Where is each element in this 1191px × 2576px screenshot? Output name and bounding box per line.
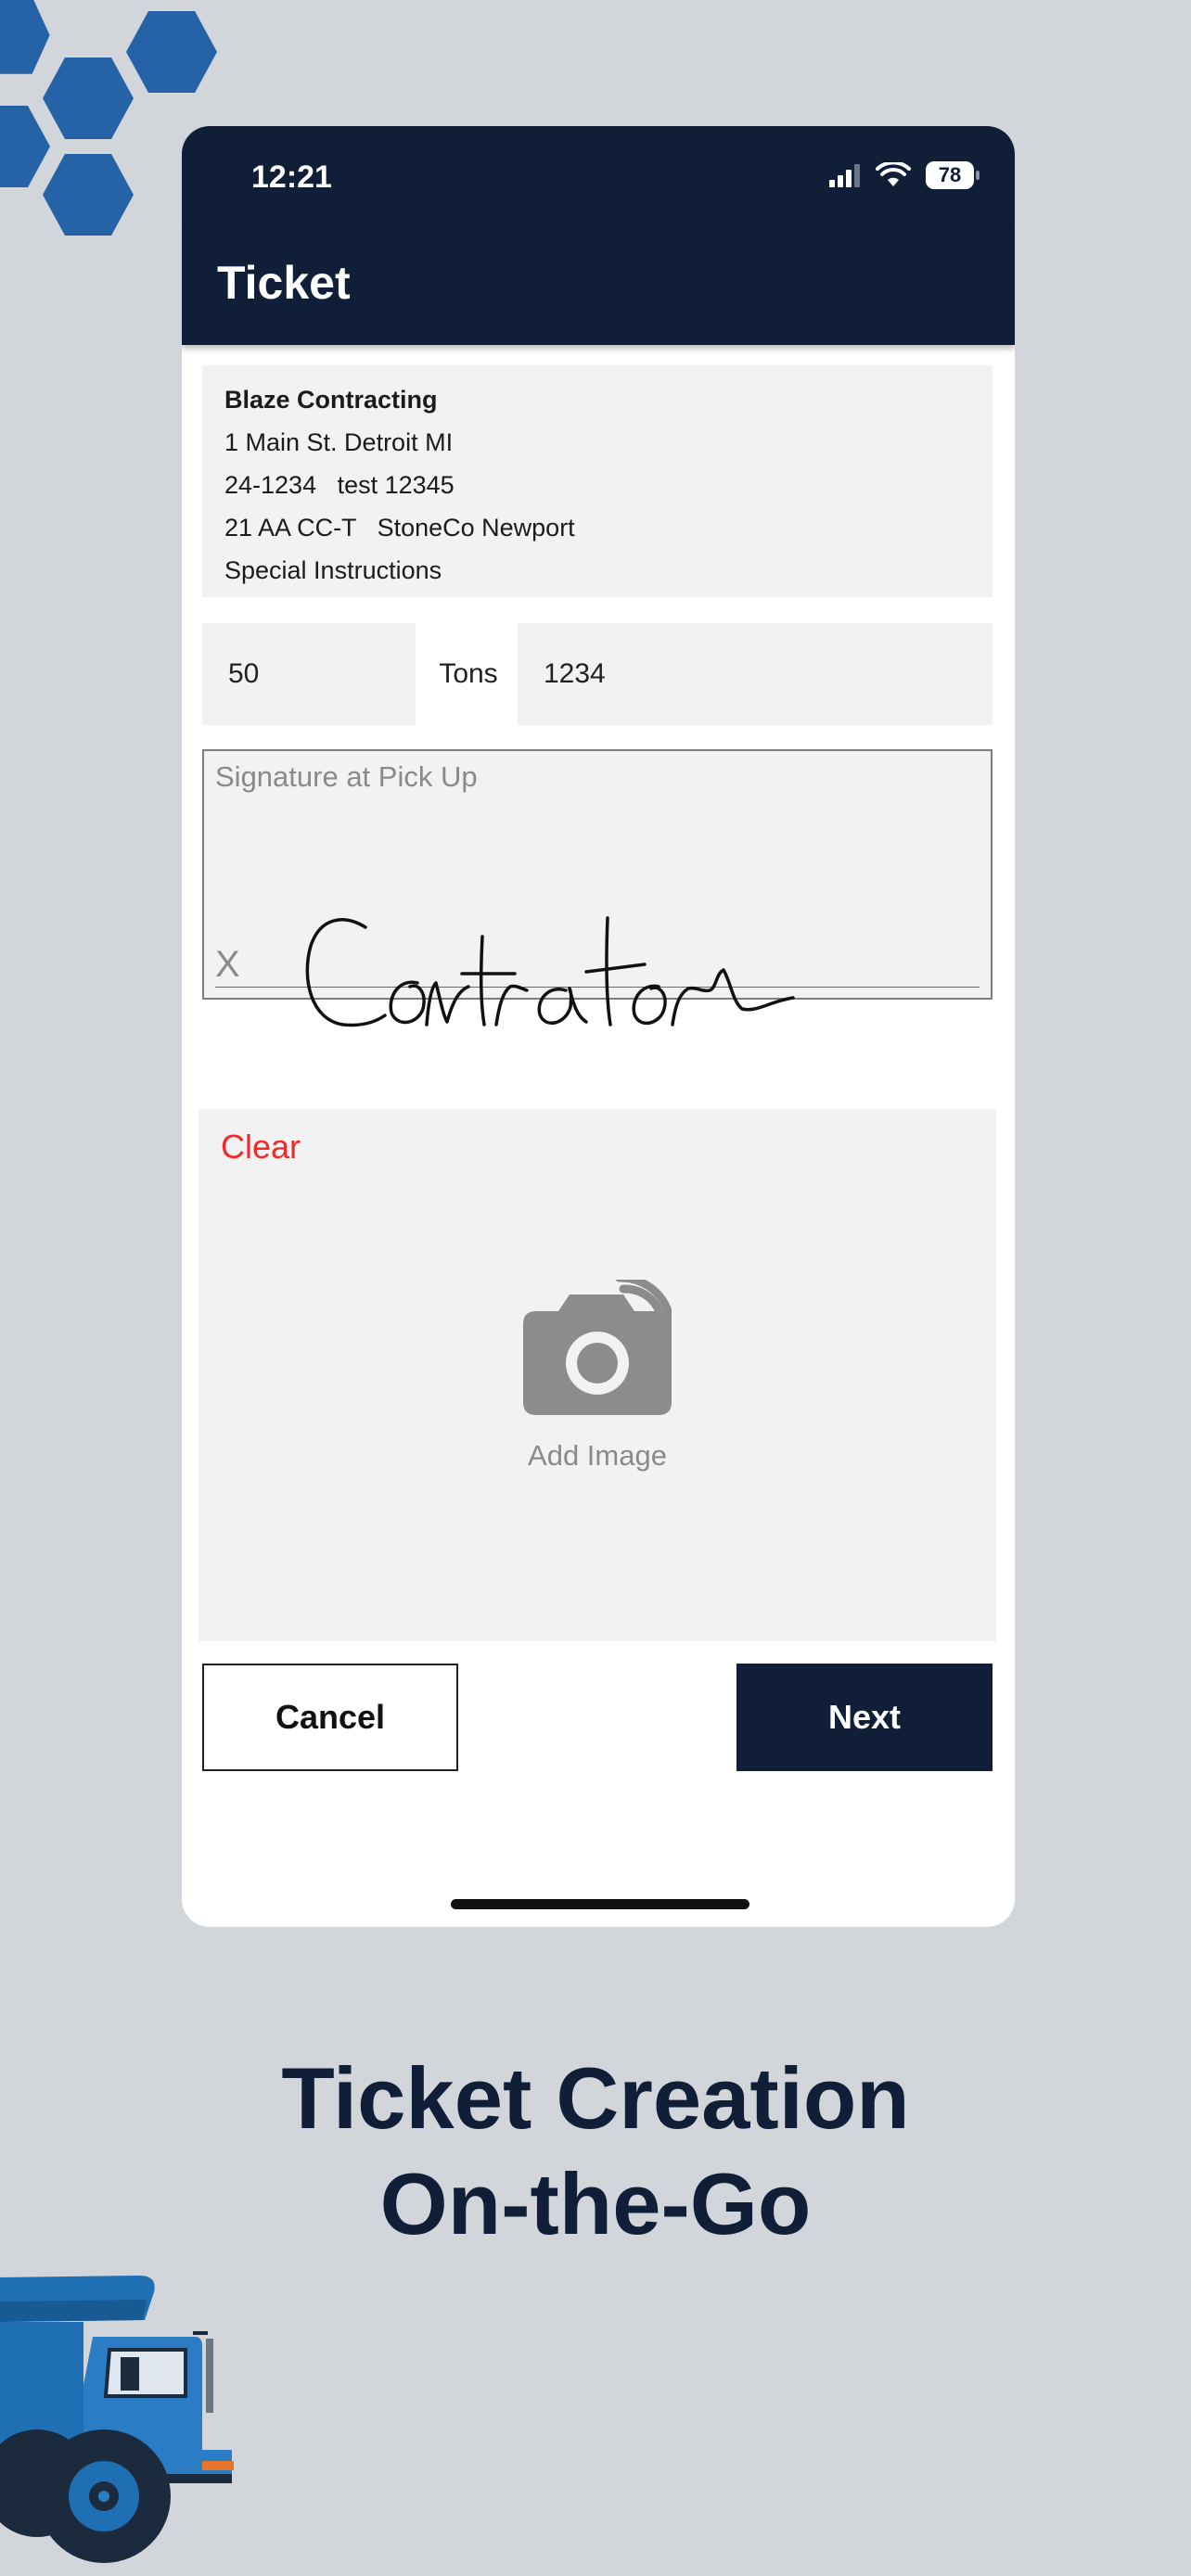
status-time: 12:21 [251,159,332,195]
home-indicator [451,1899,749,1909]
ticket-number-input[interactable]: 1234 [518,623,992,725]
unit-label: Tons [439,658,498,689]
image-attachment-area: Clear Add Image [198,1109,996,1641]
quantity-value: 50 [228,658,260,689]
next-button[interactable]: Next [736,1664,992,1771]
clear-signature-button[interactable]: Clear [221,1128,301,1167]
ticket-number-value: 1234 [544,658,606,689]
add-image-label[interactable]: Add Image [198,1439,996,1473]
dump-truck-illustration [0,2276,234,2563]
special-instructions: Special Instructions [224,556,442,584]
wifi-icon [876,162,911,186]
signature-pad[interactable]: Signature at Pick Up X [202,749,992,1027]
signature-label: Signature at Pick Up [215,760,478,793]
job-line: 24-1234 test 12345 [224,471,455,499]
headline-line-1: Ticket Creation [281,2049,910,2147]
add-image-camera-icon[interactable] [523,1280,672,1419]
page-title: Ticket [217,257,351,309]
quantity-input[interactable]: 50 [202,623,416,725]
status-bar: 12:21 78 [182,126,1015,228]
signature-x-mark: X [215,944,240,985]
status-icons: 78 [829,161,980,189]
material-line: 21 AA CC-T StoneCo Newport [224,514,575,542]
headline-line-2: On-the-Go [379,2155,812,2252]
phone-screen: 12:21 78 Ticket Blaze Contracting 1 Main… [182,126,1015,1927]
company-name: Blaze Contracting [224,386,438,414]
cancel-button[interactable]: Cancel [202,1664,458,1771]
promo-headline: Ticket Creation On-the-Go [0,2046,1191,2257]
battery-icon: 78 [926,161,980,189]
app-bar: Ticket [182,228,1015,345]
company-address: 1 Main St. Detroit MI [224,428,454,456]
battery-level: 78 [938,163,962,186]
ticket-info-card: Blaze Contracting 1 Main St. Detroit MI … [202,365,992,597]
handwritten-signature [305,916,795,1027]
signal-icon [829,164,860,187]
